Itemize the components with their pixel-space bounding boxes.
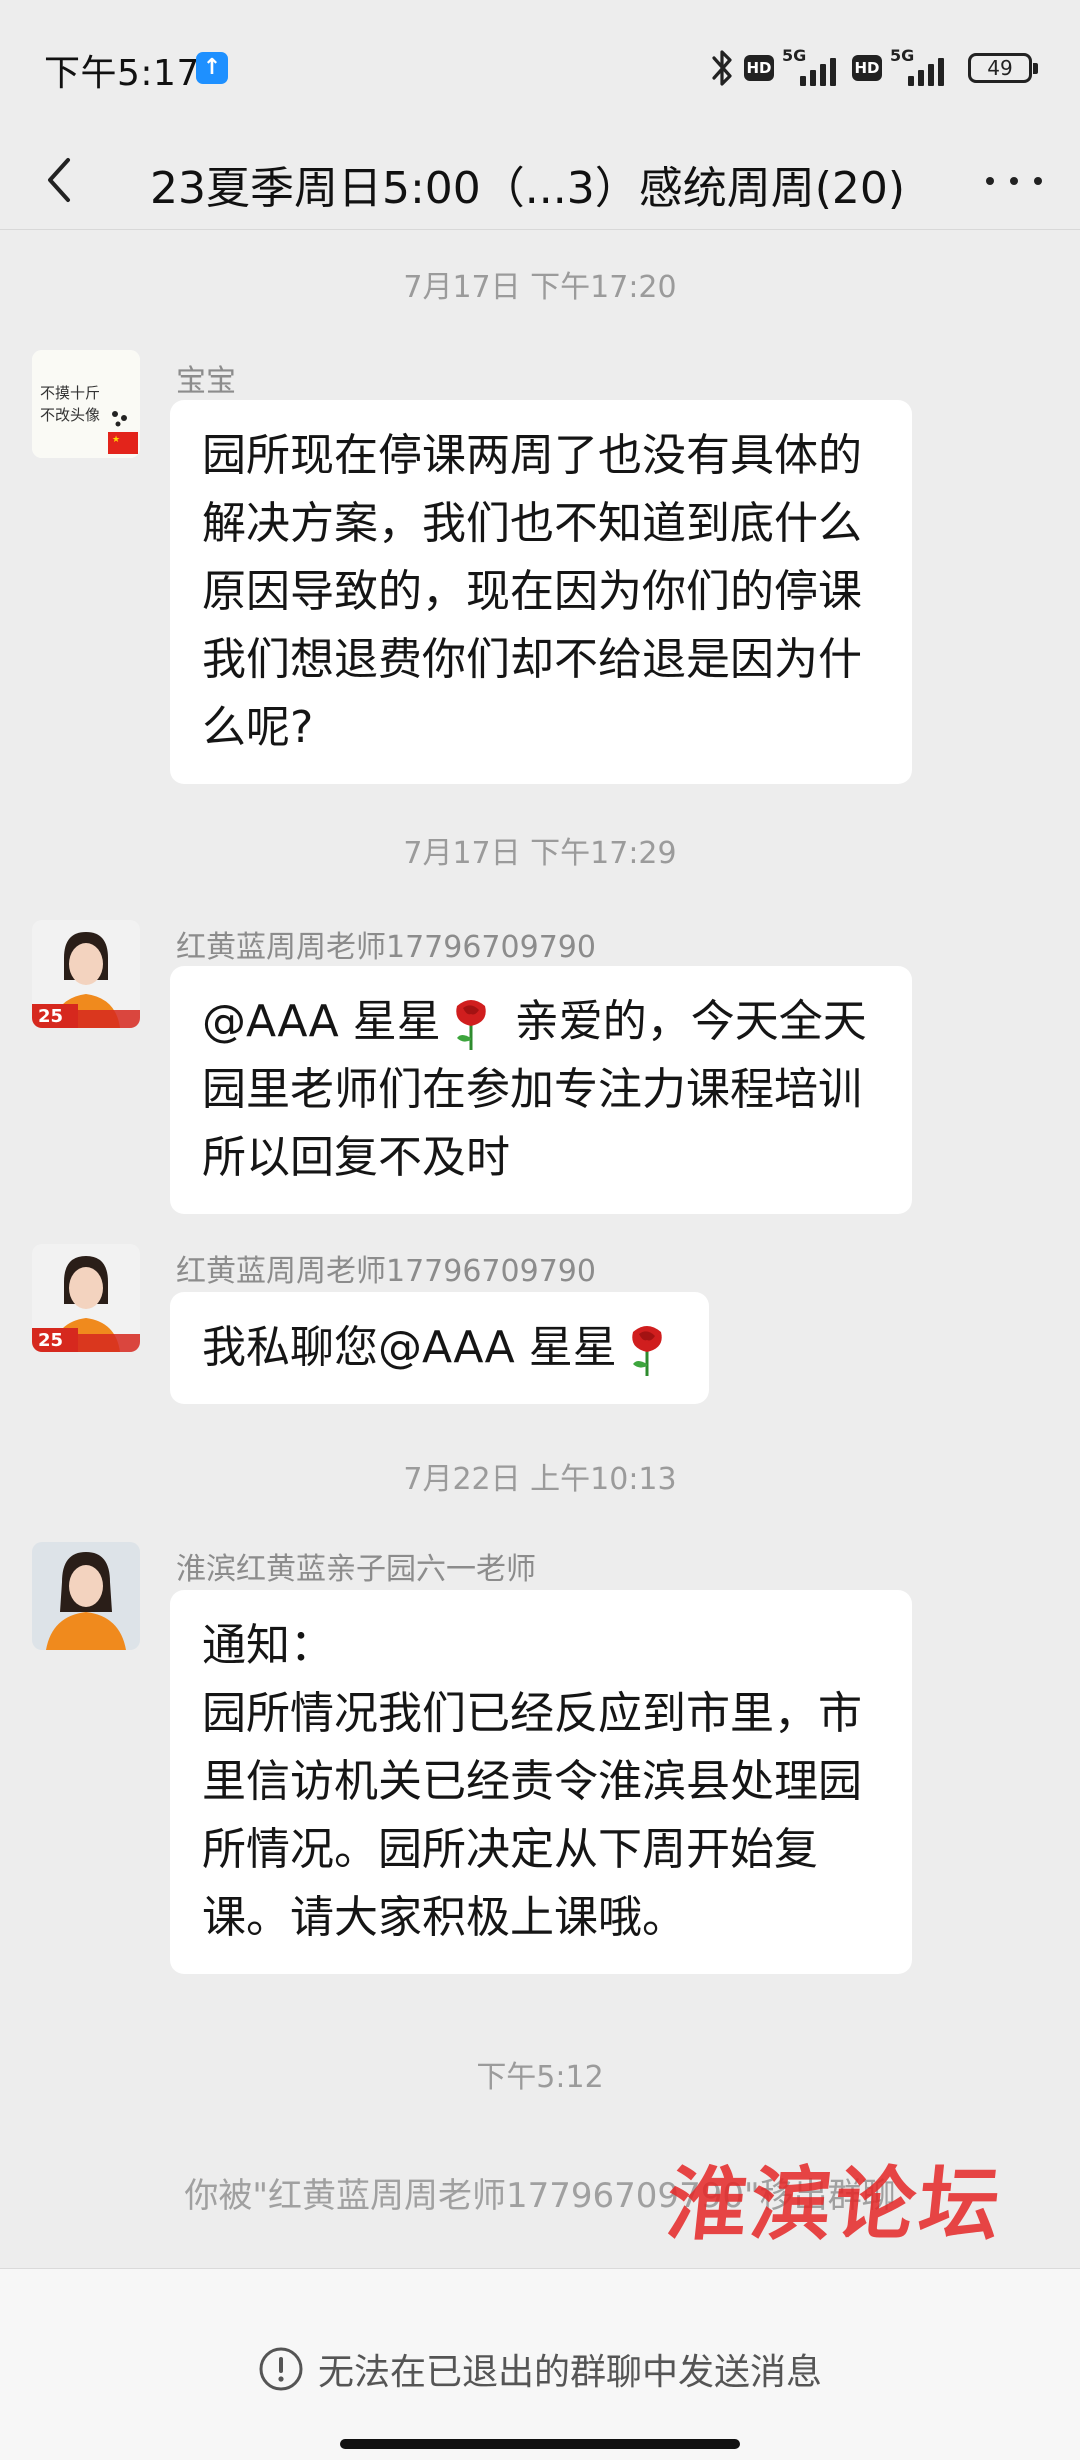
notice-text: 无法在已退出的群聊中发送消息 xyxy=(317,2352,822,2393)
timestamp: 7月22日 上午10:13 xyxy=(403,1462,677,1497)
status-bar: 下午5:17 ↑ HD 5G HD 5G 49 xyxy=(0,0,1080,130)
status-indicators: HD 5G HD 5G 49 xyxy=(710,46,1038,90)
sender-name: 淮滨红黄蓝亲子园六一老师 xyxy=(176,1552,536,1587)
signal-bar xyxy=(938,58,944,86)
calligraphy-avatar-image: 不摸十斤 不改头像 ★ xyxy=(32,350,140,458)
badge-number: 25 xyxy=(38,1006,63,1027)
rose-emoji-icon xyxy=(632,1326,662,1376)
avatar-text: 不摸十斤 xyxy=(40,384,100,402)
signal-bar xyxy=(810,70,816,86)
signal-5g-icon: 5G xyxy=(890,46,952,88)
message-bubble[interactable]: 园所现在停课两周了也没有具体的解决方案，我们也不知道到底什么原因导致的，现在因为… xyxy=(170,400,912,784)
teacher-avatar-image: 25 xyxy=(32,920,140,1028)
more-dots-icon xyxy=(1010,177,1018,185)
message-text: 我私聊您@AAA 星星 xyxy=(202,1322,617,1373)
signal-bar xyxy=(908,76,914,86)
teacher-avatar-image xyxy=(32,1542,140,1650)
svg-text:★: ★ xyxy=(112,435,120,445)
exclamation-circle-icon xyxy=(259,2347,303,2391)
chat-header: 23夏季周日5:00（...3）感统周周(20) xyxy=(0,130,1080,230)
home-indicator[interactable] xyxy=(340,2439,740,2449)
watermark: 淮滨论坛 xyxy=(662,2157,1009,2251)
timestamp: 7月17日 下午17:20 xyxy=(403,270,677,305)
avatar[interactable]: 25 xyxy=(32,920,140,1028)
bluetooth-icon xyxy=(712,50,732,86)
more-dots-icon xyxy=(1034,177,1042,185)
network-type-label: 5G xyxy=(890,46,915,65)
hd-icon: HD xyxy=(744,55,774,81)
more-options-button[interactable] xyxy=(978,148,1050,212)
avatar[interactable]: 25 xyxy=(32,1244,140,1352)
timestamp: 7月17日 下午17:29 xyxy=(403,836,677,871)
avatar[interactable]: 不摸十斤 不改头像 ★ xyxy=(32,350,140,458)
message-bubble[interactable]: 我私聊您@AAA 星星 xyxy=(170,1292,709,1404)
rose-emoji-icon xyxy=(456,1000,486,1050)
signal-bar xyxy=(918,70,924,86)
sender-name: 宝宝 xyxy=(176,364,236,399)
signal-bar xyxy=(928,64,934,86)
arrow-up-icon: ↑ xyxy=(196,52,228,84)
chat-title: 23夏季周日5:00（...3）感统周周(20) xyxy=(150,163,906,214)
signal-5g-icon: 5G xyxy=(782,46,844,88)
hd-icon: HD xyxy=(852,55,882,81)
badge-number: 25 xyxy=(38,1330,63,1351)
disabled-notice: 无法在已退出的群聊中发送消息 xyxy=(0,2343,1080,2395)
message-bubble[interactable]: 通知： 园所情况我们已经反应到市里，市里信访机关已经责令淮滨县处理园所情况。园所… xyxy=(170,1590,912,1974)
teacher-avatar-image: 25 xyxy=(32,1244,140,1352)
sender-name: 红黄蓝周周老师17796709790 xyxy=(176,930,596,965)
chat-screen: 下午5:17 ↑ HD 5G HD 5G 49 23夏季周日5:00（...3）… xyxy=(0,0,1080,2460)
battery-icon: 49 xyxy=(968,53,1038,83)
input-disabled-bar: 无法在已退出的群聊中发送消息 xyxy=(0,2268,1080,2460)
avatar-text: 不改头像 xyxy=(40,406,100,424)
message-bubble[interactable]: @AAA 星星 亲爱的，今天全天园里老师们在参加专注力课程培训 所以回复不及时 xyxy=(170,966,912,1214)
chevron-left-icon xyxy=(48,158,70,202)
timestamp: 下午5:12 xyxy=(476,2060,604,2095)
more-dots-icon xyxy=(986,177,994,185)
signal-bar xyxy=(830,58,836,86)
network-type-label: 5G xyxy=(782,46,807,65)
signal-bar xyxy=(820,64,826,86)
signal-bar xyxy=(800,76,806,86)
mention[interactable]: @AAA 星星 xyxy=(202,996,441,1047)
sender-name: 红黄蓝周周老师17796709790 xyxy=(176,1254,596,1289)
back-button[interactable] xyxy=(30,148,94,212)
avatar[interactable] xyxy=(32,1542,140,1650)
status-time: 下午5:17 xyxy=(44,53,200,94)
